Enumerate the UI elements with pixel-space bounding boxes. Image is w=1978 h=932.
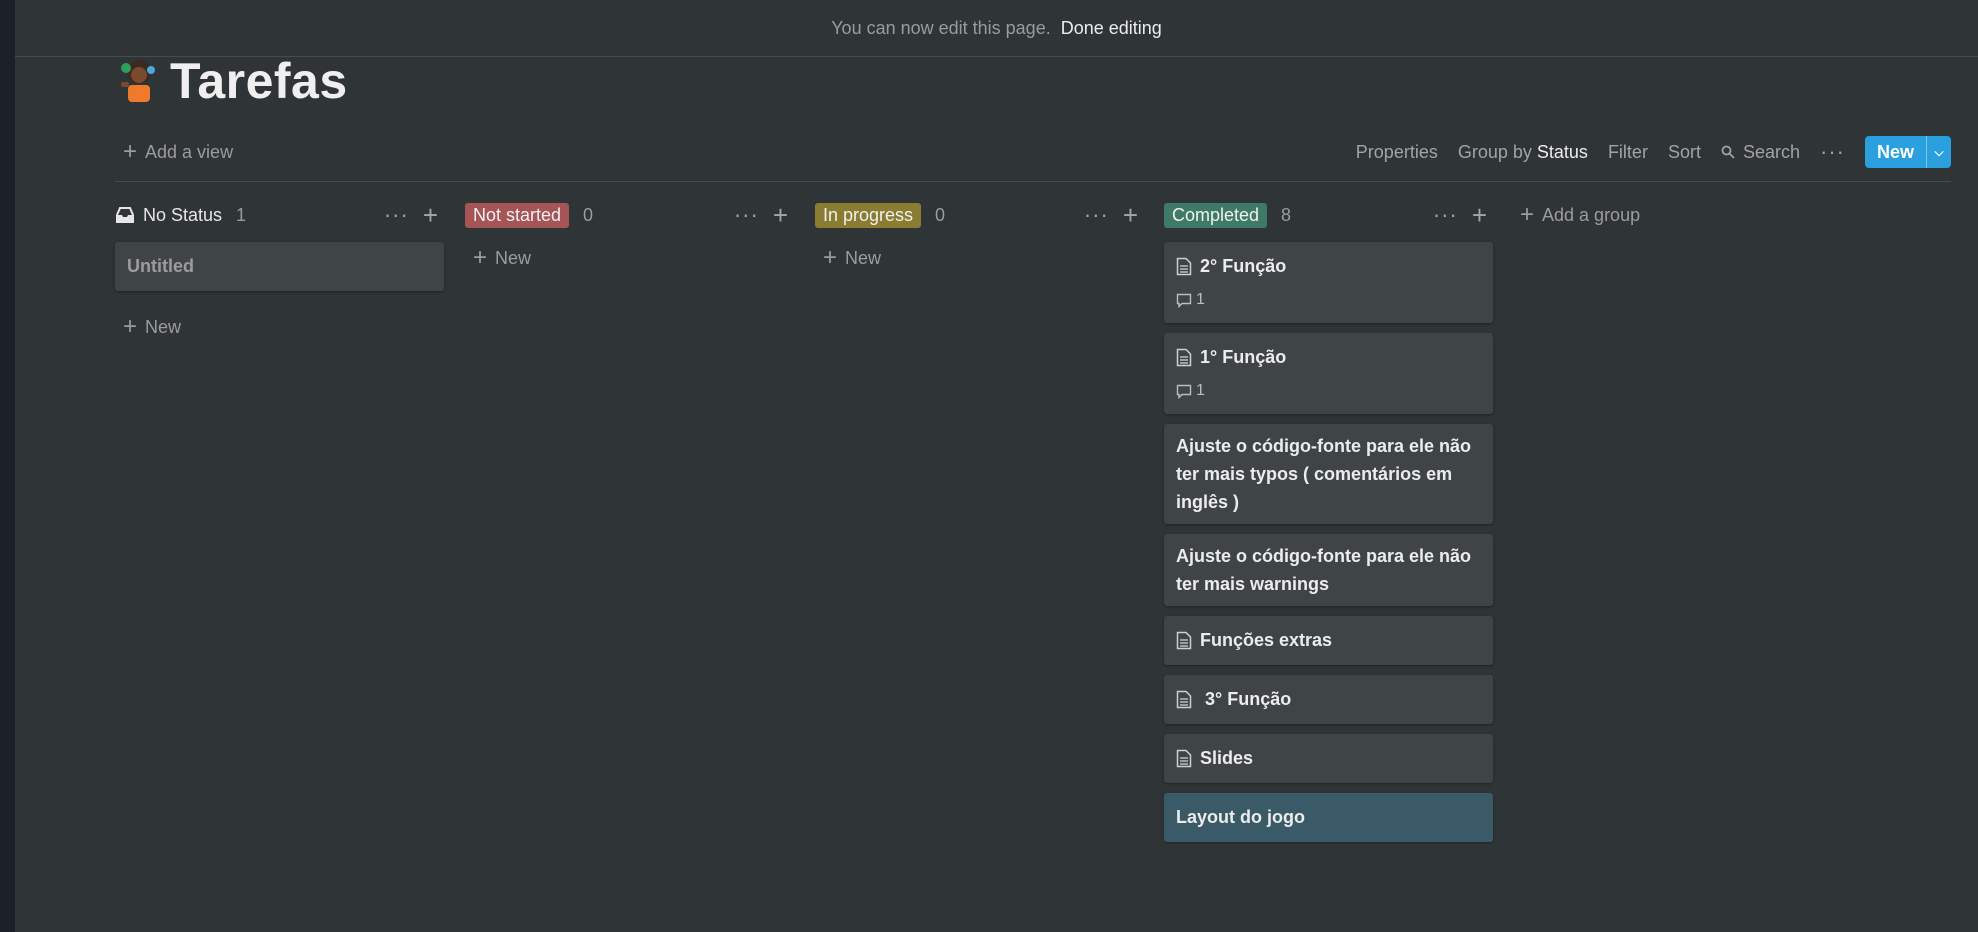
column-title[interactable]: No Status: [143, 205, 222, 226]
new-button-group: New ⌵: [1864, 136, 1951, 168]
plus-icon: +: [823, 244, 838, 271]
column-count: 0: [583, 204, 594, 225]
new-card-button[interactable]: + New: [465, 236, 794, 280]
person-gesturing-emoji-icon[interactable]: [118, 58, 160, 104]
column-count: 8: [1281, 204, 1292, 225]
card-title: Ajuste o código-fonte para ele não ter m…: [1176, 546, 1472, 594]
comment-icon: [1176, 293, 1192, 308]
toolbar-divider: [115, 181, 1951, 182]
search-button[interactable]: Search: [1721, 142, 1800, 163]
column-header: No Status 1 ··· +: [115, 198, 444, 232]
page-header: Tarefas: [118, 52, 348, 110]
column-count: 1: [236, 204, 247, 225]
plus-icon: +: [123, 313, 138, 340]
comment-count-value: 1: [1196, 291, 1205, 308]
search-icon: [1721, 145, 1735, 159]
card-title: 1° Função: [1200, 347, 1287, 367]
banner-message: You can now edit this page.: [831, 17, 1051, 38]
board-card[interactable]: Ajuste o código-fonte para ele não ter m…: [1164, 534, 1493, 606]
column-more-icon[interactable]: ···: [734, 202, 759, 228]
card-title: Untitled: [127, 256, 194, 276]
column-actions: ··· +: [734, 202, 794, 228]
new-card-label: New: [845, 247, 882, 268]
comment-count: 1: [1176, 291, 1481, 309]
card-title: Layout do jogo: [1176, 807, 1305, 827]
board-card[interactable]: Funções extras: [1164, 616, 1493, 665]
board-column-completed: Completed 8 ··· + 2° Função 1 1° Função …: [1164, 198, 1493, 842]
add-view-button[interactable]: + Add a view: [123, 140, 233, 164]
page-icon: [1176, 348, 1192, 367]
column-add-icon[interactable]: +: [1123, 202, 1138, 228]
comment-icon: [1176, 384, 1192, 399]
done-editing-button[interactable]: Done editing: [1061, 18, 1162, 39]
plus-icon: +: [473, 244, 488, 271]
board-column-no-status: No Status 1 ··· + Untitled + New: [115, 198, 444, 349]
column-count: 0: [935, 204, 946, 225]
card-title: Funções extras: [1200, 630, 1333, 650]
page-icon: [1176, 631, 1192, 650]
board-card[interactable]: Ajuste o código-fonte para ele não ter m…: [1164, 424, 1493, 524]
group-by-value: Status: [1536, 141, 1588, 162]
status-badge[interactable]: Completed: [1164, 202, 1268, 228]
search-label: Search: [1742, 141, 1800, 162]
column-more-icon[interactable]: ···: [1084, 202, 1109, 228]
page-icon: [1176, 257, 1192, 276]
card-title: Slides: [1200, 748, 1254, 768]
column-header: In progress 0 ··· +: [815, 198, 1144, 232]
plus-icon: +: [1520, 201, 1535, 228]
board-card[interactable]: 1° Função 1: [1164, 333, 1493, 414]
page-icon: [1176, 690, 1192, 709]
board-card[interactable]: 3° Função: [1164, 675, 1493, 724]
column-actions: ··· +: [1084, 202, 1144, 228]
sort-button[interactable]: Sort: [1668, 142, 1701, 163]
window-left-edge: [0, 0, 15, 932]
comment-count-value: 1: [1196, 382, 1205, 399]
column-add-icon[interactable]: +: [773, 202, 788, 228]
status-badge[interactable]: Not started: [465, 202, 570, 228]
column-header: Not started 0 ··· +: [465, 198, 794, 232]
edit-mode-banner: You can now edit this page. Done editing: [15, 0, 1978, 57]
column-actions: ··· +: [1433, 202, 1493, 228]
view-toolbar: + Add a view Properties Group by Status …: [123, 136, 1951, 168]
group-by-button[interactable]: Group by Status: [1458, 142, 1588, 163]
comment-count: 1: [1176, 382, 1481, 400]
page-icon: [1176, 749, 1192, 768]
more-options-icon[interactable]: ···: [1820, 139, 1845, 165]
page-title: Tarefas: [170, 53, 348, 109]
status-badge[interactable]: In progress: [815, 202, 922, 228]
board-actions: Properties Group by Status Filter Sort S…: [1356, 136, 1951, 168]
column-actions: ··· +: [384, 202, 444, 228]
board-card[interactable]: Layout do jogo: [1164, 793, 1493, 842]
add-group-button[interactable]: + Add a group: [1520, 198, 1640, 232]
filter-button[interactable]: Filter: [1608, 142, 1648, 163]
card-title: 3° Função: [1200, 689, 1292, 709]
column-add-icon[interactable]: +: [1472, 202, 1487, 228]
board-card[interactable]: Untitled: [115, 242, 444, 291]
board-card[interactable]: 2° Função 1: [1164, 242, 1493, 323]
column-add-icon[interactable]: +: [423, 202, 438, 228]
board-column-in-progress: In progress 0 ··· + + New: [815, 198, 1144, 280]
properties-button[interactable]: Properties: [1356, 142, 1438, 163]
group-by-prefix: Group by: [1457, 141, 1532, 162]
column-header: Completed 8 ··· +: [1164, 198, 1493, 232]
add-view-label: Add a view: [145, 141, 234, 162]
new-button[interactable]: New: [1865, 136, 1926, 168]
column-more-icon[interactable]: ···: [1433, 202, 1458, 228]
chevron-down-icon[interactable]: ⌵: [1926, 136, 1951, 168]
plus-icon: +: [123, 138, 138, 165]
new-card-label: New: [145, 316, 182, 337]
card-title: Ajuste o código-fonte para ele não ter m…: [1176, 436, 1472, 512]
inbox-icon: [116, 207, 134, 223]
board-column-not-started: Not started 0 ··· + + New: [465, 198, 794, 280]
new-card-label: New: [495, 247, 532, 268]
new-card-button[interactable]: + New: [115, 305, 444, 349]
column-more-icon[interactable]: ···: [384, 202, 409, 228]
card-title: 2° Função: [1200, 256, 1287, 276]
add-group-label: Add a group: [1542, 204, 1641, 225]
board-card[interactable]: Slides: [1164, 734, 1493, 783]
new-card-button[interactable]: + New: [815, 236, 1144, 280]
